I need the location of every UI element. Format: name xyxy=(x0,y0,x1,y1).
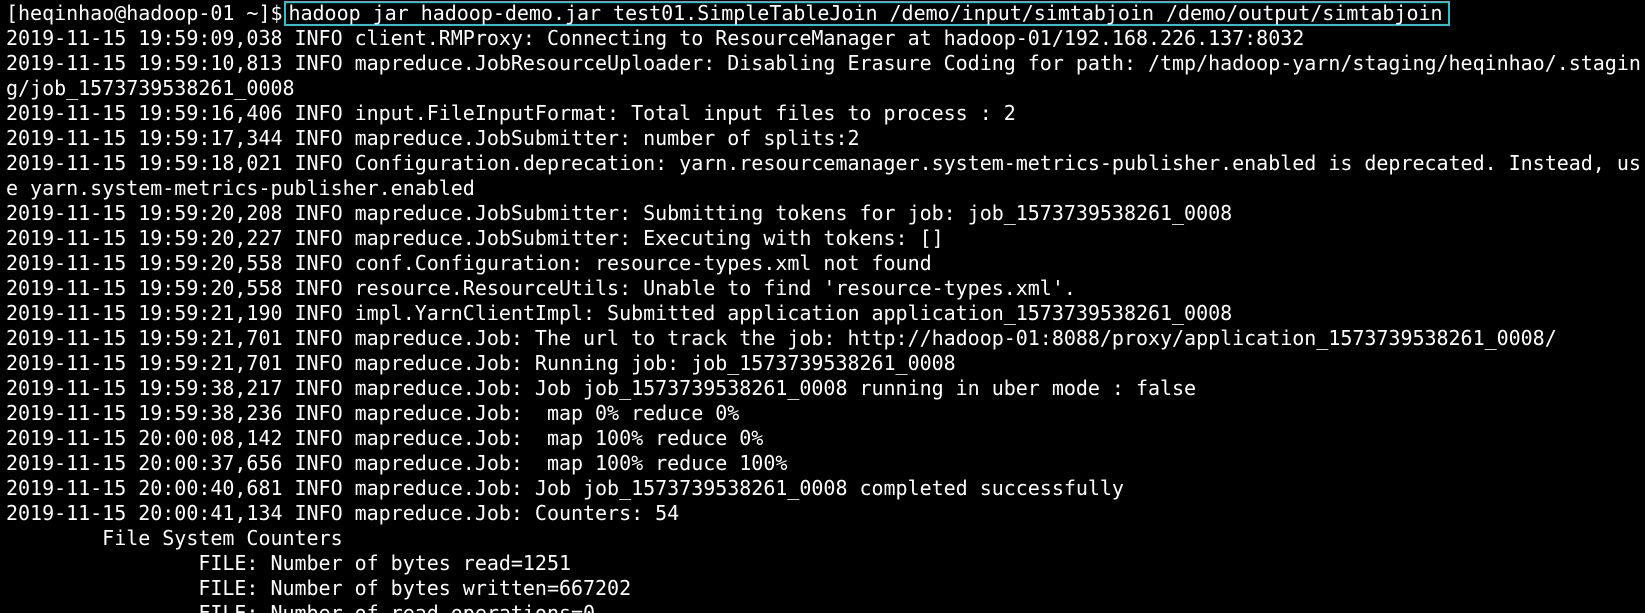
output-line: 2019-11-15 19:59:20,558 INFO resource.Re… xyxy=(6,276,1076,300)
output-line: e yarn.system-metrics-publisher.enabled xyxy=(6,176,475,200)
output-line: 2019-11-15 19:59:38,217 INFO mapreduce.J… xyxy=(6,376,1197,400)
output-line: 2019-11-15 19:59:09,038 INFO client.RMPr… xyxy=(6,26,1305,50)
output-line: 2019-11-15 19:59:20,227 INFO mapreduce.J… xyxy=(6,226,944,250)
output-line: 2019-11-15 20:00:40,681 INFO mapreduce.J… xyxy=(6,476,1124,500)
command-text: hadoop jar hadoop-demo.jar test01.Simple… xyxy=(288,1,1443,25)
output-line: FILE: Number of bytes read=1251 xyxy=(6,551,571,575)
output-line: File System Counters xyxy=(6,526,343,550)
output-line: 2019-11-15 19:59:16,406 INFO input.FileI… xyxy=(6,101,1016,125)
output-line: 2019-11-15 19:59:21,701 INFO mapreduce.J… xyxy=(6,326,1557,350)
output-line: 2019-11-15 19:59:38,236 INFO mapreduce.J… xyxy=(6,401,740,425)
output-line: 2019-11-15 19:59:21,701 INFO mapreduce.J… xyxy=(6,351,956,375)
output-line: 2019-11-15 20:00:37,656 INFO mapreduce.J… xyxy=(6,451,788,475)
output-line: FILE: Number of bytes written=667202 xyxy=(6,576,632,600)
terminal-window[interactable]: [heqinhao@hadoop-01 ~]$ hadoop jar hadoop… xyxy=(0,0,1645,613)
output-line: 2019-11-15 19:59:20,208 INFO mapreduce.J… xyxy=(6,201,1233,225)
output-line: 2019-11-15 19:59:17,344 INFO mapreduce.J… xyxy=(6,126,860,150)
output-line: g/job_1573739538261_0008 xyxy=(6,76,295,100)
shell-prompt: [heqinhao@hadoop-01 ~]$ xyxy=(6,1,283,25)
output-line: 2019-11-15 19:59:21,190 INFO impl.YarnCl… xyxy=(6,301,1233,325)
output-line: FILE: Number of read operations=0 xyxy=(6,601,596,613)
output-line: 2019-11-15 19:59:20,558 INFO conf.Config… xyxy=(6,251,932,275)
output-line: 2019-11-15 20:00:41,134 INFO mapreduce.J… xyxy=(6,501,680,525)
command-line: [heqinhao@hadoop-01 ~]$ hadoop jar hadoop… xyxy=(6,1,1645,26)
output-line: 2019-11-15 19:59:18,021 INFO Configurati… xyxy=(6,151,1641,175)
command-highlight: hadoop jar hadoop-demo.jar test01.Simple… xyxy=(284,1,1450,26)
output-line: 2019-11-15 19:59:10,813 INFO mapreduce.J… xyxy=(6,51,1641,75)
output-line: 2019-11-15 20:00:08,142 INFO mapreduce.J… xyxy=(6,426,764,450)
